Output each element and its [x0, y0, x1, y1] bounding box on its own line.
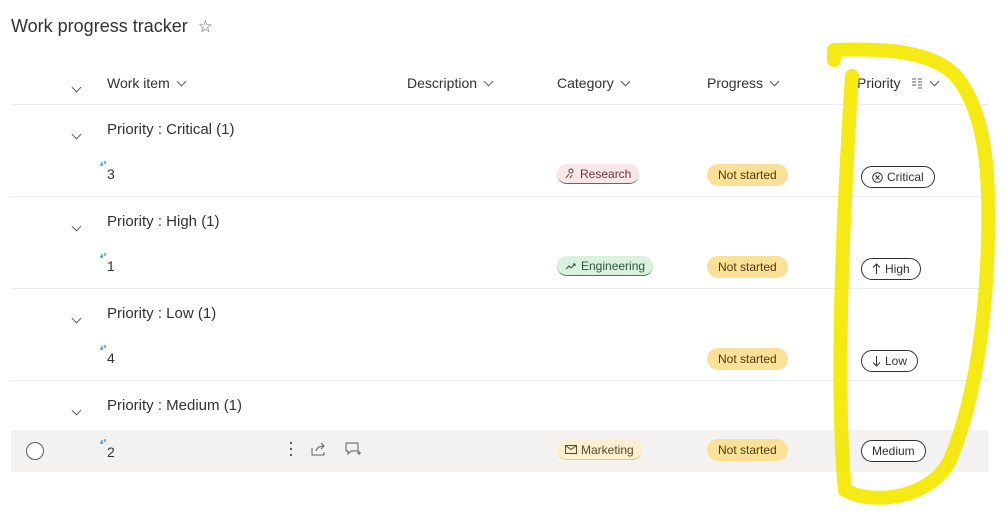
priority-label: Critical: [887, 170, 924, 184]
category-tag-engineering[interactable]: Engineering: [557, 256, 654, 276]
research-icon: [565, 168, 576, 179]
group-collapse-chevron-icon[interactable]: [71, 125, 82, 143]
progress-badge[interactable]: Not started: [707, 439, 788, 461]
chevron-down-icon: [769, 76, 780, 86]
group-header-critical: Priority : Critical (1): [11, 107, 988, 153]
progress-label: Not started: [718, 352, 777, 366]
table-row[interactable]: 4 Not started Low: [11, 334, 988, 381]
priority-label: Low: [885, 354, 908, 368]
add-comment-icon[interactable]: [345, 442, 362, 457]
work-item-id: 1: [107, 258, 115, 274]
cancel-circle-icon: [872, 171, 883, 183]
trending-up-icon: [565, 261, 577, 271]
progress-badge[interactable]: Not started: [707, 348, 788, 370]
column-header-work-item[interactable]: Work item: [107, 75, 187, 91]
favorite-star-icon[interactable]: ☆: [198, 17, 213, 37]
row-select-radio[interactable]: [26, 442, 44, 460]
work-item-id: 4: [107, 350, 115, 366]
priority-pill-critical[interactable]: Critical: [861, 166, 935, 188]
priority-label: Medium: [872, 444, 915, 458]
category-label: Research: [580, 166, 632, 181]
priority-label: High: [885, 262, 910, 276]
column-header-category-label: Category: [557, 75, 614, 91]
group-by-icon: [911, 78, 922, 89]
table-row[interactable]: 3 Research Not started Critical: [11, 150, 988, 197]
group-title: Priority : Medium (1): [107, 397, 243, 414]
category-tag-marketing[interactable]: Marketing: [557, 440, 642, 460]
column-header-progress[interactable]: Progress: [707, 75, 780, 91]
category-label: Engineering: [581, 258, 646, 273]
collapse-all-chevron-icon[interactable]: [71, 78, 82, 96]
progress-label: Not started: [718, 260, 777, 274]
column-header-priority[interactable]: Priority: [857, 75, 940, 91]
column-header-category[interactable]: Category: [557, 75, 631, 91]
group-collapse-chevron-icon[interactable]: [71, 217, 82, 235]
group-collapse-chevron-icon[interactable]: [71, 401, 82, 419]
progress-badge[interactable]: Not started: [707, 164, 788, 186]
row-actions: [289, 441, 362, 457]
column-header-work-item-label: Work item: [107, 75, 170, 91]
arrow-up-icon: [872, 263, 881, 275]
chevron-down-icon: [620, 76, 631, 86]
more-options-icon[interactable]: [289, 441, 293, 457]
group-header-high: Priority : High (1): [11, 199, 988, 245]
share-icon[interactable]: [311, 442, 327, 456]
group-header-medium: Priority : Medium (1): [11, 383, 988, 429]
column-header-priority-label: Priority: [857, 75, 901, 91]
work-item-id: 3: [107, 166, 115, 182]
page-title-text: Work progress tracker: [11, 16, 188, 36]
chevron-down-icon: [929, 76, 940, 86]
column-header-row: Work item Description Category Progress …: [11, 62, 988, 105]
priority-pill-low[interactable]: Low: [861, 350, 919, 372]
mail-icon: [565, 445, 577, 454]
priority-pill-medium[interactable]: Medium: [861, 440, 926, 462]
column-header-description-label: Description: [407, 75, 478, 91]
table-row[interactable]: 2 Marketing Not started Medium: [11, 430, 988, 472]
group-title: Priority : High (1): [107, 213, 220, 230]
progress-badge[interactable]: Not started: [707, 256, 788, 278]
column-header-description[interactable]: Description: [407, 75, 494, 91]
group-header-low: Priority : Low (1): [11, 291, 988, 337]
group-collapse-chevron-icon[interactable]: [71, 309, 82, 327]
arrow-down-icon: [872, 355, 881, 367]
group-title: Priority : Low (1): [107, 305, 217, 322]
category-label: Marketing: [581, 442, 634, 457]
table-row[interactable]: 1 Engineering Not started High: [11, 242, 988, 289]
page-title: Work progress tracker ☆: [11, 16, 213, 37]
progress-label: Not started: [718, 443, 777, 457]
work-item-id: 2: [107, 444, 115, 460]
category-tag-research[interactable]: Research: [557, 164, 640, 184]
progress-label: Not started: [718, 168, 777, 182]
group-title: Priority : Critical (1): [107, 121, 235, 138]
chevron-down-icon: [176, 76, 187, 86]
column-header-progress-label: Progress: [707, 75, 764, 91]
chevron-down-icon: [483, 76, 494, 86]
priority-pill-high[interactable]: High: [861, 258, 921, 280]
